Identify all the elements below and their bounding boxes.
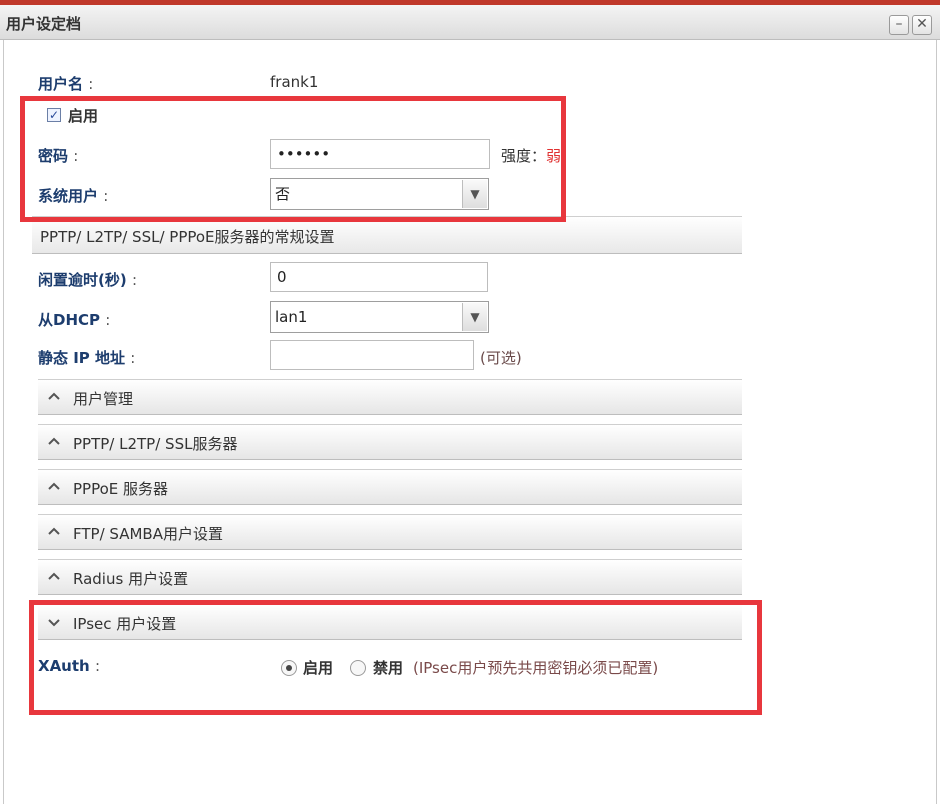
highlight-box-ipsec [29,600,762,715]
chevron-down-icon: ▼ [462,303,487,331]
username-label: 用户名 : [38,75,94,93]
section-pptp-l2tp-ssl[interactable]: PPTP/ L2TP/ SSL服务器 [38,424,742,460]
section-pppoe[interactable]: PPPoE 服务器 [38,469,742,505]
dhcp-select[interactable]: lan1 ▼ [270,301,489,333]
section-user-management[interactable]: 用户管理 [38,379,742,415]
window-title: 用户设定档 [6,15,82,33]
static-ip-input[interactable] [270,340,474,370]
close-icon: ✕ [916,16,928,32]
idle-timeout-label: 闲置逾时(秒) : [38,271,138,289]
minimize-button[interactable]: – [889,15,909,35]
static-ip-hint: (可选) [480,349,522,367]
chevron-up-icon [48,572,60,580]
dhcp-value: lan1 [275,308,308,326]
chevron-up-icon [48,482,60,490]
chevron-up-icon [48,437,60,445]
static-ip-label: 静态 IP 地址 : [38,349,136,367]
section-radius[interactable]: Radius 用户设置 [38,559,742,595]
window-titlebar: 用户设定档 – ✕ [0,5,940,40]
highlight-box-account [20,96,566,222]
section-ftp-samba[interactable]: FTP/ SAMBA用户设置 [38,514,742,550]
minimize-icon: – [895,16,903,32]
username-value: frank1 [270,73,319,91]
close-button[interactable]: ✕ [912,15,932,35]
chevron-up-icon [48,392,60,400]
idle-timeout-input[interactable]: 0 [270,262,488,292]
dhcp-label: 从DHCP : [38,311,111,329]
chevron-up-icon [48,527,60,535]
